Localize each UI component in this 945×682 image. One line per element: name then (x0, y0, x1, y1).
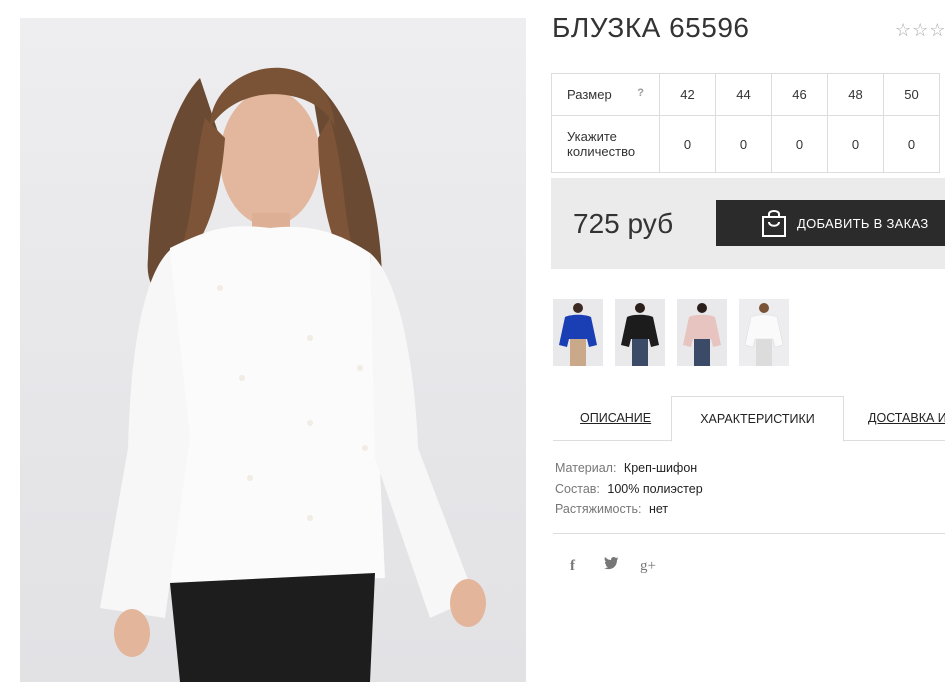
characteristic-key: Растяжимость: (555, 502, 642, 516)
rating-stars[interactable]: ☆☆☆ (895, 20, 945, 41)
quantity-row-label: Укажите количество (551, 115, 660, 173)
characteristic-row: Растяжимость: нет (555, 499, 703, 520)
thumbnail-pink[interactable] (677, 299, 727, 366)
quantity-row: Укажите количество 0 0 0 0 0 (551, 115, 940, 173)
characteristic-value: 100% полиэстер (607, 481, 703, 496)
size-label-text: Размер (567, 87, 612, 102)
price-panel: 725 руб ДОБАВИТЬ В ЗАКАЗ (551, 178, 945, 269)
quantity-input-48[interactable]: 0 (827, 115, 884, 173)
characteristics-list: Материал: Креп-шифон Состав: 100% полиэс… (555, 458, 703, 520)
size-row: Размер ? 42 44 46 48 50 (551, 73, 940, 116)
quantity-input-44[interactable]: 0 (715, 115, 772, 173)
size-50: 50 (883, 73, 940, 116)
quantity-input-50[interactable]: 0 (883, 115, 940, 173)
product-title: БЛУЗКА 65596 (552, 12, 750, 43)
size-46: 46 (771, 73, 828, 116)
tab-description[interactable]: ОПИСАНИЕ (580, 396, 651, 440)
model-illustration (100, 67, 486, 682)
size-row-label: Размер ? (551, 73, 660, 116)
characteristic-row: Материал: Креп-шифон (555, 458, 703, 479)
quantity-input-42[interactable]: 0 (659, 115, 716, 173)
google-plus-icon[interactable]: g+ (640, 558, 656, 575)
characteristic-key: Состав: (555, 481, 600, 496)
shopping-bag-icon (760, 208, 788, 241)
characteristic-value: нет (648, 502, 669, 516)
add-to-order-button[interactable]: ДОБАВИТЬ В ЗАКАЗ (716, 200, 945, 246)
thumbnail-white[interactable] (739, 299, 789, 366)
size-help-icon[interactable]: ? (637, 87, 644, 99)
quantity-input-46[interactable]: 0 (771, 115, 828, 173)
product-price: 725 руб (573, 208, 674, 239)
add-to-order-label: ДОБАВИТЬ В ЗАКАЗ (797, 216, 929, 231)
characteristic-key: Материал: (555, 461, 617, 475)
characteristic-value: Креп-шифон (623, 461, 698, 475)
size-42: 42 (659, 73, 716, 116)
size-table: Размер ? 42 44 46 48 50 Укажите количест… (551, 73, 940, 173)
tab-delivery[interactable]: ДОСТАВКА И (868, 396, 945, 440)
section-divider (553, 533, 945, 534)
size-44: 44 (715, 73, 772, 116)
characteristic-row: Состав: 100% полиэстер (555, 479, 703, 500)
twitter-icon[interactable] (604, 556, 620, 574)
product-tabs: ОПИСАНИЕ ХАРАКТЕРИСТИКИ ДОСТАВКА И (553, 396, 945, 442)
facebook-icon[interactable]: f (570, 558, 575, 575)
thumbnail-blue[interactable] (553, 299, 603, 366)
thumbnail-black[interactable] (615, 299, 665, 366)
size-48: 48 (827, 73, 884, 116)
main-product-image[interactable] (20, 18, 526, 682)
tab-characteristics[interactable]: ХАРАКТЕРИСТИКИ (671, 396, 844, 442)
